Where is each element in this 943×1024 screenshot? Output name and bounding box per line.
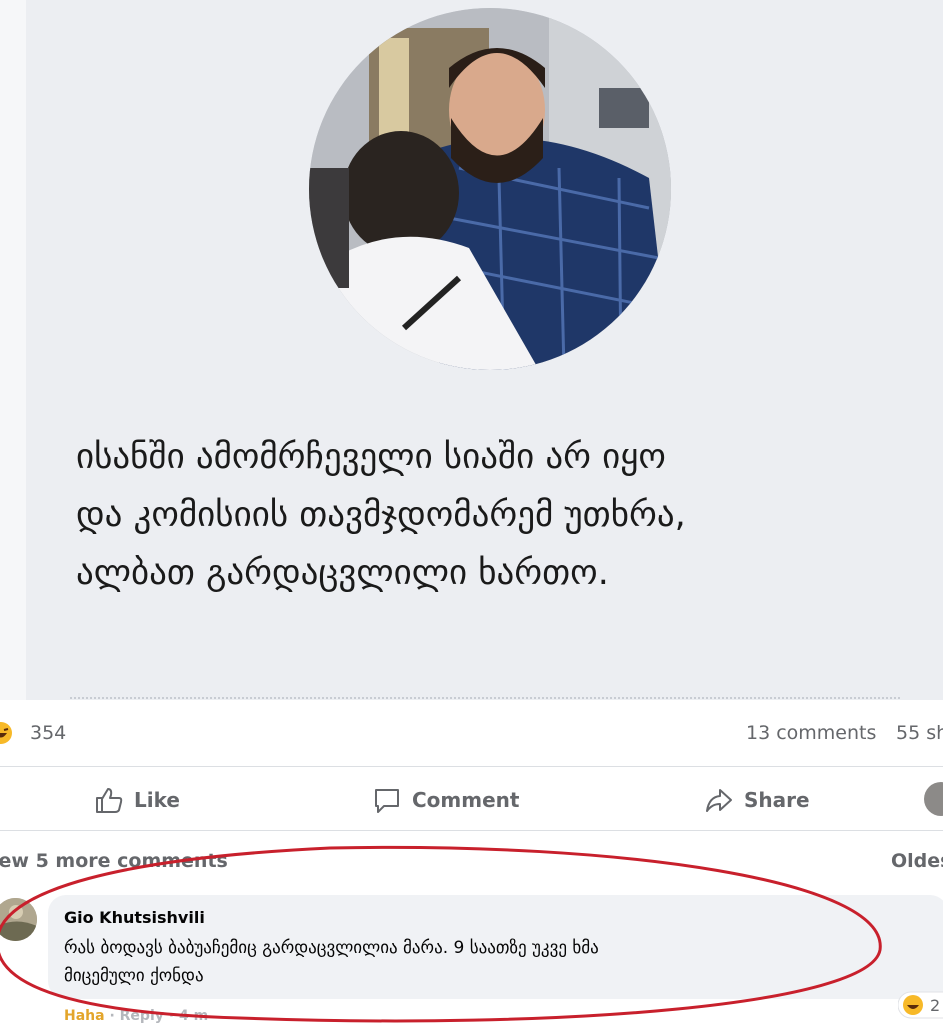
comment-line: მიცემული ქონდა bbox=[64, 966, 204, 986]
haha-reaction-icon[interactable] bbox=[0, 722, 12, 744]
quote-line: ალბათ გარდაცვლილი ხართო. bbox=[76, 553, 609, 593]
comment-text: რას ბოდავს ბაბუაჩემიც გარდაცვლილია მარა.… bbox=[64, 934, 864, 990]
comment-time[interactable]: 4 m bbox=[179, 1008, 208, 1024]
comment-sort-dropdown[interactable]: Oldes bbox=[891, 850, 943, 872]
comment-bubble-icon bbox=[375, 789, 399, 813]
divider bbox=[0, 766, 943, 767]
comment-meta: Haha · Reply · 4 m bbox=[64, 1008, 208, 1024]
viewer-avatar[interactable] bbox=[924, 782, 943, 816]
comment-label: Comment bbox=[412, 788, 520, 812]
view-more-comments-link[interactable]: iew 5 more comments bbox=[0, 850, 228, 872]
share-arrow-icon bbox=[706, 789, 732, 812]
quote-line: და კომისიის თავმჯდომარემ უთხრა, bbox=[76, 495, 686, 535]
avatar[interactable] bbox=[0, 898, 37, 941]
meta-separator: · bbox=[168, 1008, 179, 1024]
comment-reaction-count: 2 bbox=[930, 996, 941, 1015]
left-background-strip bbox=[0, 0, 26, 700]
quote-line: ისანში ამომრჩეველი სიაში არ იყო bbox=[76, 437, 666, 477]
quote-text: ისანში ამომრჩეველი სიაში არ იყო და კომის… bbox=[76, 428, 916, 602]
comment-reaction-link[interactable]: Haha bbox=[64, 1008, 105, 1024]
reaction-count[interactable]: 354 bbox=[30, 722, 66, 744]
comment-line: რას ბოდავს ბაბუაჩემიც გარდაცვლილია მარა.… bbox=[64, 938, 599, 958]
person-photo bbox=[309, 8, 671, 370]
reply-link[interactable]: Reply bbox=[120, 1008, 164, 1024]
quote-mark-icon bbox=[40, 0, 150, 18]
meta-separator: · bbox=[109, 1008, 120, 1024]
comments-count[interactable]: 13 comments bbox=[746, 722, 876, 744]
comment-button[interactable]: Comment bbox=[372, 782, 519, 818]
divider bbox=[0, 830, 943, 831]
thumbs-up-icon bbox=[96, 788, 123, 813]
share-button[interactable]: Share bbox=[704, 782, 810, 818]
card-divider bbox=[70, 697, 900, 699]
comment-author[interactable]: Gio Khutsishvili bbox=[64, 908, 205, 927]
shares-count[interactable]: 55 sh bbox=[896, 722, 943, 744]
share-label: Share bbox=[744, 788, 810, 812]
like-label: Like bbox=[134, 788, 180, 812]
like-button[interactable]: Like bbox=[94, 782, 180, 818]
